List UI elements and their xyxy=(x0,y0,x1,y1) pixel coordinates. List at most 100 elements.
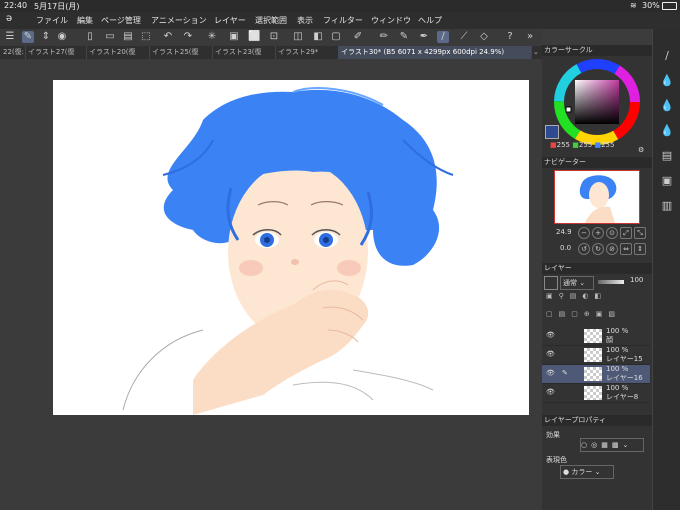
menu-animation[interactable]: アニメーション xyxy=(151,15,207,26)
layer-row-16-selected[interactable]: 👁 ✎ 100 % レイヤー16 xyxy=(542,365,650,384)
transform-icon[interactable]: ⊡ xyxy=(268,31,280,43)
navigator-preview[interactable] xyxy=(554,170,640,224)
new-file-icon[interactable]: ▯ xyxy=(84,31,96,43)
main-color-swatch[interactable] xyxy=(545,125,559,139)
layer-row-face[interactable]: 👁 100 % 顔 xyxy=(542,327,650,346)
effect-buttons[interactable]: ○◎▦▩⌄ xyxy=(580,438,644,452)
water-drop-icon[interactable]: 💧 xyxy=(660,74,674,88)
eye-icon[interactable]: 👁 xyxy=(546,369,555,377)
menu-help[interactable]: ヘルプ xyxy=(418,15,442,26)
navigator-title: ナビゲーター xyxy=(544,158,586,166)
help-icon[interactable]: ? xyxy=(504,31,516,43)
menu-layer[interactable]: レイヤー xyxy=(214,15,246,26)
expression-color-select[interactable]: ● カラー ⌄ xyxy=(560,465,614,479)
loading-spinner-icon[interactable]: ✳ xyxy=(206,31,218,43)
layer-action-icons[interactable]: ▢▤▢⊕▣▨ xyxy=(546,310,621,318)
layer-opacity: 100 % xyxy=(606,327,629,335)
right-panel: カラーサークル ⚙ ■255 ■255 ■255 ナビゲーター 24.9 − +… xyxy=(542,45,652,510)
color-wheel[interactable] xyxy=(552,57,642,147)
chevron-updown-icon[interactable]: ⇕ xyxy=(40,31,52,43)
eye-icon[interactable]: 👁 xyxy=(546,331,555,339)
tab-document-22[interactable]: 22(復: xyxy=(0,46,26,59)
menu-bar: ə ファイル 編集 ページ管理 アニメーション レイヤー 選択範囲 表示 フィル… xyxy=(0,12,680,29)
save-icon[interactable]: ▤ xyxy=(122,31,134,43)
select-all-icon[interactable]: ⬜ xyxy=(248,31,260,43)
blend-mode-select[interactable]: 通常 ⌄ xyxy=(560,276,594,290)
status-time: 22:40 xyxy=(4,1,28,10)
tab-document-30-active[interactable]: イラスト30* (B5 6071 x 4299px 600dpi 24.9%) xyxy=(338,46,532,59)
battery-icon xyxy=(662,2,677,10)
collapse-icon[interactable]: » xyxy=(524,31,536,43)
layer-thumbnail xyxy=(584,367,602,381)
pen-tool-icon[interactable]: ✐ xyxy=(352,31,364,43)
marker-tool-icon[interactable]: ✎ xyxy=(398,31,410,43)
eye-icon[interactable]: 👁 xyxy=(546,350,555,358)
fit-screen-icon[interactable]: ⤢ xyxy=(620,227,632,239)
export-icon[interactable]: ⬚ xyxy=(140,31,152,43)
eye-icon[interactable]: 👁 xyxy=(546,388,555,396)
layers-icon[interactable]: ▤ xyxy=(660,149,674,163)
color-settings-icon[interactable]: ⚙ xyxy=(638,137,644,156)
zoom-in-icon[interactable]: + xyxy=(592,227,604,239)
undo-icon[interactable]: ↶ xyxy=(162,31,174,43)
menu-window[interactable]: ウィンドウ xyxy=(371,15,411,26)
app-logo-icon[interactable]: ə xyxy=(6,13,12,24)
rotate-reset-icon[interactable]: ⊘ xyxy=(606,243,618,255)
frames-icon[interactable]: ▥ xyxy=(660,199,674,213)
tool-mode-button[interactable]: ✎ xyxy=(22,31,34,43)
right-tool-strip: ∕ 💧 💧 💧 ▤ ▣ ▥ xyxy=(652,29,680,510)
layer-row-15[interactable]: 👁 100 % レイヤー15 xyxy=(542,346,650,365)
menu-selection[interactable]: 選択範囲 xyxy=(255,15,287,26)
tab-document-29[interactable]: イラスト29* xyxy=(275,46,339,59)
redo-icon[interactable]: ↷ xyxy=(182,31,194,43)
wifi-icon: ≋ xyxy=(630,1,637,10)
ink-tool-icon[interactable]: ✒ xyxy=(418,31,430,43)
layer-property-header: レイヤープロパティ xyxy=(542,415,652,426)
fill-icon[interactable]: ▣ xyxy=(228,31,240,43)
tab-document-20[interactable]: イラスト20(復 xyxy=(86,46,150,59)
opacity-slider[interactable] xyxy=(598,280,624,284)
color-r-value: 255 xyxy=(556,141,570,149)
line-tool-icon[interactable]: ⟋ xyxy=(458,31,470,43)
menu-edit[interactable]: 編集 xyxy=(77,15,93,26)
zoom-actual-icon[interactable]: ⊙ xyxy=(606,227,618,239)
open-folder-icon[interactable]: ▭ xyxy=(104,31,116,43)
flip-horizontal-icon[interactable]: ⇔ xyxy=(620,243,632,255)
rotate-right-icon[interactable]: ↻ xyxy=(592,243,604,255)
tab-document-27[interactable]: イラスト27(復 xyxy=(25,46,87,59)
rgb-readout: ■255 ■255 ■255 xyxy=(550,141,615,149)
eraser-tool-icon[interactable]: ◇ xyxy=(478,31,490,43)
flip-vertical-icon[interactable]: ⇕ xyxy=(634,243,646,255)
tab-document-23[interactable]: イラスト23(復 xyxy=(212,46,276,59)
menu-filter[interactable]: フィルター xyxy=(323,15,363,26)
menu-page-management[interactable]: ページ管理 xyxy=(101,15,141,26)
library-icon[interactable]: ▣ xyxy=(660,174,674,188)
layer-color-icon[interactable] xyxy=(544,276,558,290)
hamburger-menu-icon[interactable]: ☰ xyxy=(4,31,16,43)
layer-thumbnail xyxy=(584,348,602,362)
battery-level: 30% xyxy=(642,1,660,10)
navigator-angle-value: 0.0 xyxy=(560,244,572,252)
layer-row-8[interactable]: 👁 100 % レイヤー8 xyxy=(542,384,650,403)
menu-file[interactable]: ファイル xyxy=(36,15,68,26)
zoom-out-icon[interactable]: − xyxy=(578,227,590,239)
layer-opacity: 100 % xyxy=(606,365,629,373)
brush-tool-icon[interactable]: ∕ xyxy=(437,31,449,43)
layer-name: レイヤー8 xyxy=(606,393,639,401)
hue-ring-icon[interactable] xyxy=(552,57,642,147)
ink-drop-icon[interactable]: 💧 xyxy=(660,99,674,113)
rotate-left-icon[interactable]: ↺ xyxy=(578,243,590,255)
layer-thumbnail xyxy=(584,386,602,400)
invert-selection-icon[interactable]: ◧ xyxy=(312,31,324,43)
tab-document-25[interactable]: イラスト25(復 xyxy=(149,46,213,59)
brush-icon[interactable]: ∕ xyxy=(660,49,674,63)
reset-view-icon[interactable]: ⤡ xyxy=(634,227,646,239)
blend-drop-icon[interactable]: 💧 xyxy=(660,124,674,138)
quick-access-icon[interactable]: ◉ xyxy=(56,31,68,43)
drawing-canvas[interactable] xyxy=(53,80,529,415)
pencil-tool-icon[interactable]: ✏ xyxy=(378,31,390,43)
layer-lock-icons[interactable]: ▣⚲▤◐◧ xyxy=(546,292,607,300)
menu-view[interactable]: 表示 xyxy=(297,15,313,26)
selection-layer-icon[interactable]: ▢ xyxy=(330,31,342,43)
deselect-icon[interactable]: ◫ xyxy=(292,31,304,43)
